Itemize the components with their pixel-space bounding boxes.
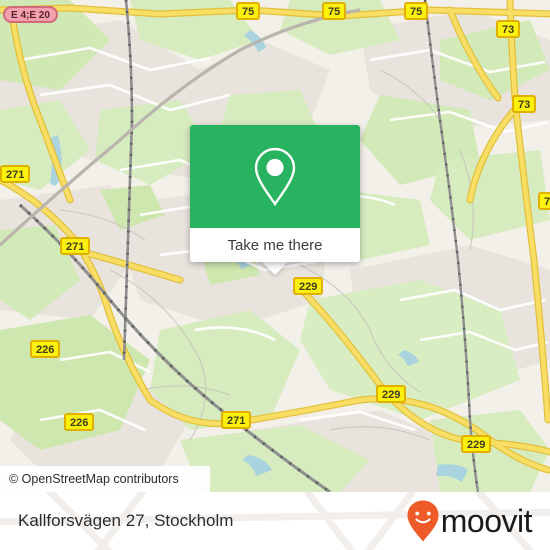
road-shield-271: 271: [60, 237, 91, 255]
road-shield-73: 73: [538, 192, 550, 210]
popup-icon-area: [190, 125, 360, 228]
road-shield-229: 229: [461, 435, 492, 453]
road-shield-75: 75: [322, 2, 347, 20]
take-me-there-popup[interactable]: Take me there: [190, 125, 360, 262]
road-shield-271: 271: [221, 411, 252, 429]
road-shield-75: 75: [236, 2, 261, 20]
map-pin-icon: [254, 147, 296, 206]
road-shield-e-4-e-20: E 4;E 20: [3, 6, 58, 23]
attribution-text: © OpenStreetMap contributors: [9, 472, 179, 486]
map-attribution: © OpenStreetMap contributors: [0, 466, 210, 492]
map-canvas[interactable]: E 4;E 20 75 75 75 73 73 73 271 271 226 226 271 229 22…: [0, 0, 550, 492]
road-shield-271: 271: [0, 165, 31, 183]
road-shield-229: 229: [293, 277, 324, 295]
road-shield-226: 226: [30, 340, 61, 358]
road-shield-75: 75: [404, 2, 429, 20]
road-shield-73: 73: [512, 95, 537, 113]
road-shield-226: 226: [64, 413, 95, 431]
moovit-wordmark: moovit: [440, 502, 533, 539]
road-shield-73: 73: [496, 20, 521, 38]
location-address: Kallforsvägen 27, Stockholm: [18, 511, 234, 530]
popup-action-area[interactable]: Take me there: [190, 228, 360, 262]
popup-pointer-tail: [261, 261, 289, 275]
footer-bar: Kallforsvägen 27, Stockholm moovit: [0, 492, 550, 550]
take-me-there-label: Take me there: [227, 236, 323, 254]
road-shield-229: 229: [376, 385, 407, 403]
moovit-logo[interactable]: moovit: [406, 499, 550, 543]
moovit-map-screenshot: E 4;E 20 75 75 75 73 73 73 271 271 226 226 271 229 22…: [0, 0, 550, 550]
moovit-pin-icon: [407, 500, 439, 542]
